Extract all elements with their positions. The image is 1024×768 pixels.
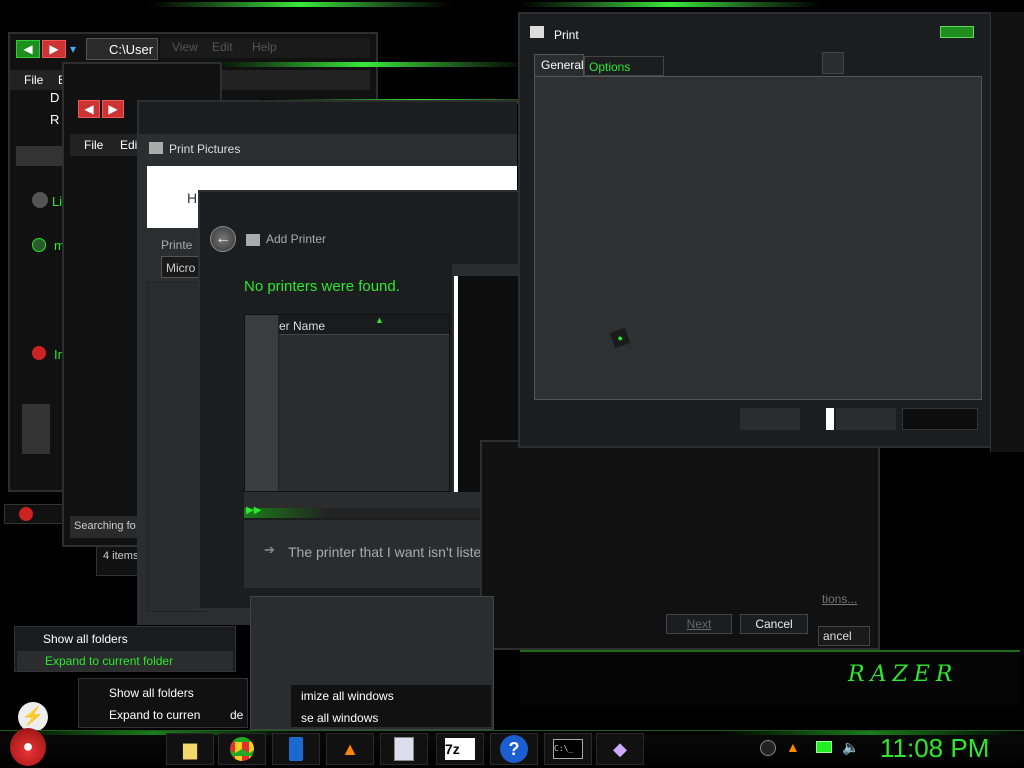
dropdown-icon[interactable]: ▾ (70, 42, 76, 56)
status-message: No printers were found. (244, 278, 400, 295)
general-panel: ● (534, 76, 982, 400)
phone-icon[interactable] (272, 733, 320, 765)
flash-icon (19, 507, 33, 521)
forward-arrow-icon[interactable]: ▶ (42, 40, 66, 58)
clock[interactable]: 11:08 PM (880, 733, 989, 764)
tab-options-label: Options (589, 60, 631, 74)
menu-file[interactable]: File (24, 73, 43, 87)
7zip-label: 7z (445, 738, 475, 760)
paint-icon[interactable]: ◆ (596, 733, 644, 765)
cmd-label: C:\_ (553, 739, 583, 759)
column-header[interactable]: er Name (279, 319, 325, 333)
chrome-icon[interactable] (218, 733, 266, 765)
printer-value: Micro (166, 261, 196, 275)
tab-general-label: General (541, 58, 584, 72)
back-arrow-icon[interactable]: ◀ (16, 40, 40, 58)
print-dialog: Print General Options ● (518, 12, 992, 448)
menu-item-minimize-all[interactable]: imize all windows (301, 689, 394, 703)
sidebar-item-li[interactable]: Li (52, 194, 62, 209)
menu-file[interactable]: File (84, 138, 103, 152)
menu-item-expand-label: Expand to current folder (45, 654, 174, 668)
close-icon[interactable] (940, 26, 974, 38)
printer-not-listed-link[interactable]: The printer that I want isn't listed (288, 544, 489, 560)
sidebar-item-r[interactable]: R (50, 112, 59, 127)
sort-arrow-icon: ▲ (375, 315, 384, 325)
address-bar[interactable]: C:\User (86, 38, 158, 60)
razer-logo: RAZER (848, 662, 959, 687)
search-status: Searching fo (74, 520, 136, 532)
items-count: 4 items (103, 550, 139, 562)
flash-icon: ⚡ (18, 702, 48, 732)
tab-options[interactable]: Options (584, 56, 664, 76)
menu-item-close-all[interactable]: se all windows (301, 711, 378, 725)
window-title: Print (554, 28, 579, 42)
printer-list[interactable]: er Name ▲ (244, 314, 450, 492)
back-arrow-icon[interactable]: ◀ (78, 100, 100, 118)
menu-item-show-all-folders[interactable]: Show all folders (109, 686, 194, 700)
help-label: ? (500, 735, 528, 763)
volume-icon[interactable]: 🔈 (842, 739, 859, 756)
sidebar-item-d[interactable]: D (50, 90, 59, 105)
flash-icon (32, 346, 46, 360)
menu-edit[interactable]: Edit (212, 40, 233, 54)
disc-icon (32, 192, 48, 208)
menu-item-expand[interactable]: Expand to current folder (17, 651, 233, 671)
menu-help[interactable]: Help (252, 40, 277, 54)
menu-item-expand[interactable]: Expand to curren (109, 708, 200, 722)
context-menu-1: Show all folders Expand to current folde… (14, 626, 236, 672)
printer-select[interactable]: Micro (161, 256, 201, 278)
menu-item-show-all-folders[interactable]: Show all folders (43, 632, 128, 646)
vlc-icon[interactable]: ▲ (326, 733, 374, 765)
menu-item-partial[interactable]: de (230, 708, 243, 722)
cancel-button[interactable]: Cancel (740, 614, 808, 634)
printer-icon (530, 26, 544, 38)
printer-icon (246, 234, 260, 246)
tray-expand-icon[interactable] (760, 740, 776, 756)
window-title: Print Pictures (169, 142, 241, 156)
next-button[interactable]: Next (666, 614, 732, 634)
add-printer-window: ← Add Printer No printers were found. er… (198, 190, 528, 610)
7zip-icon[interactable]: 7z (436, 733, 484, 765)
network-tray-icon[interactable] (816, 741, 832, 753)
folder-icon[interactable]: ▆ (166, 733, 214, 765)
network-icon (32, 238, 46, 252)
menu-bar: View Edit Help (160, 38, 370, 58)
vlc-tray-icon[interactable]: ▲ (786, 739, 800, 755)
angry-bird-icon[interactable]: ● (10, 728, 46, 766)
window-title: Add Printer (266, 232, 327, 246)
forward-arrow-icon[interactable]: ▶ (102, 100, 124, 118)
printer-icon (149, 142, 163, 154)
menu-view[interactable]: View (172, 40, 198, 54)
menu-edit[interactable]: Edi (120, 138, 137, 152)
heading: H (187, 190, 198, 206)
calculator-icon[interactable] (380, 733, 428, 765)
help-icon[interactable]: ? (490, 733, 538, 765)
context-menu-2: Show all folders Expand to curren (78, 678, 248, 728)
cmd-icon[interactable]: C:\_ (544, 733, 592, 765)
arrow-icon: ➔ (264, 542, 275, 557)
cursor-icon: ● (608, 326, 632, 350)
printer-label: Printe (161, 238, 193, 252)
options-link[interactable]: tions... (822, 592, 857, 606)
back-icon[interactable]: ← (210, 226, 236, 252)
cancel-partial[interactable]: ancel (823, 629, 852, 643)
background-window: Next Cancel tions... ancel (480, 440, 880, 650)
address-text: C:\User (109, 42, 154, 57)
context-menu-3: imize all windows se all windows (250, 596, 494, 730)
tab-general[interactable]: General (534, 54, 584, 76)
